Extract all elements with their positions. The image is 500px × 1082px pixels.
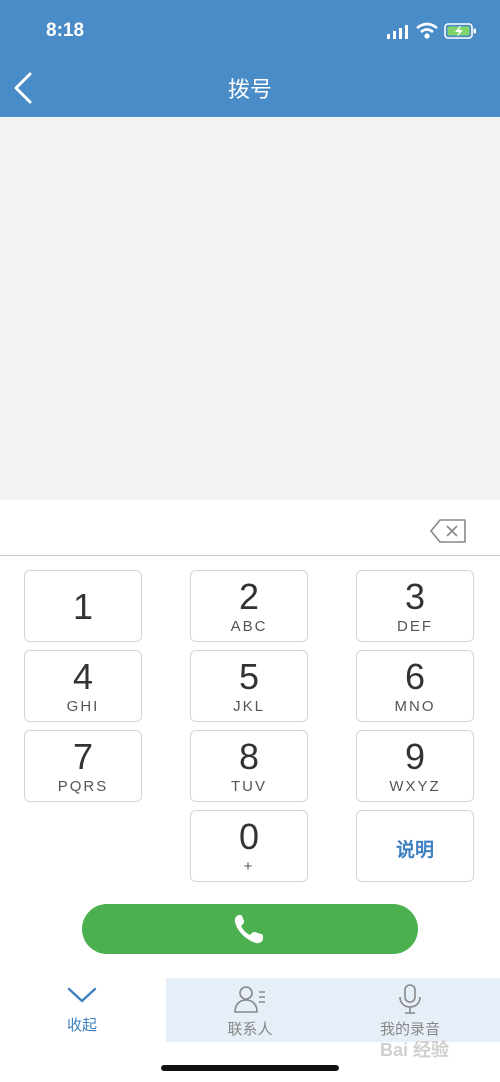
watermark: Bai 经验 (380, 1040, 450, 1060)
backspace-icon[interactable] (430, 518, 468, 544)
help-button[interactable]: 说明 (356, 810, 474, 882)
tab-collapse-label: 收起 (66, 1017, 97, 1034)
chevron-down-icon (67, 987, 97, 1003)
tab-contacts[interactable]: 联系人 (206, 984, 294, 1039)
key-9[interactable]: 9 WXYZ (356, 730, 474, 802)
key-letters: MNO (394, 698, 436, 715)
key-6[interactable]: 6 MNO (356, 650, 474, 722)
key-letters: WXYZ (389, 778, 441, 795)
tab-contacts-label: 联系人 (227, 1021, 273, 1038)
key-digit: 1 (72, 586, 94, 627)
key-digit: 0 (238, 816, 260, 857)
help-label: 说明 (395, 840, 434, 861)
key-letters: ABC (230, 618, 268, 635)
key-3[interactable]: 3 DEF (356, 570, 474, 642)
key-digit: 6 (404, 656, 426, 697)
key-digit: 9 (404, 736, 426, 777)
key-letters: DEF (397, 618, 433, 635)
phone-icon (234, 915, 263, 944)
key-digit: 4 (72, 656, 94, 697)
key-8[interactable]: 8 TUV (190, 730, 308, 802)
tab-my-recordings[interactable]: 我的录音 (372, 984, 448, 1039)
home-indicator (161, 1065, 339, 1071)
key-letters: TUV (231, 778, 267, 795)
contacts-icon (234, 986, 265, 1013)
key-digit: 8 (238, 736, 260, 777)
key-letters: + (243, 858, 255, 875)
dial-display-area (0, 117, 500, 500)
key-letters: JKL (233, 698, 265, 715)
key-7[interactable]: 7 PQRS (24, 730, 142, 802)
key-digit: 7 (72, 736, 94, 777)
wifi-icon (416, 22, 438, 39)
page-title: 拨号 (227, 77, 272, 102)
signal-icon (387, 25, 408, 39)
key-5[interactable]: 5 JKL (190, 650, 308, 722)
status-time: 8:18 (46, 20, 85, 41)
key-digit: 5 (238, 656, 260, 697)
tab-collapse[interactable]: 收起 (40, 986, 124, 1035)
key-1[interactable]: 1 (24, 570, 142, 642)
key-digit: 3 (404, 576, 426, 617)
key-0[interactable]: 0 + (190, 810, 308, 882)
key-2[interactable]: 2 ABC (190, 570, 308, 642)
microphone-icon (399, 984, 421, 1014)
key-digit: 2 (238, 576, 260, 617)
battery-icon (444, 23, 476, 39)
key-letters: PQRS (57, 778, 109, 795)
number-input-bar[interactable] (0, 500, 500, 556)
call-button[interactable] (82, 904, 418, 954)
key-letters: GHI (66, 698, 100, 715)
key-4[interactable]: 4 GHI (24, 650, 142, 722)
